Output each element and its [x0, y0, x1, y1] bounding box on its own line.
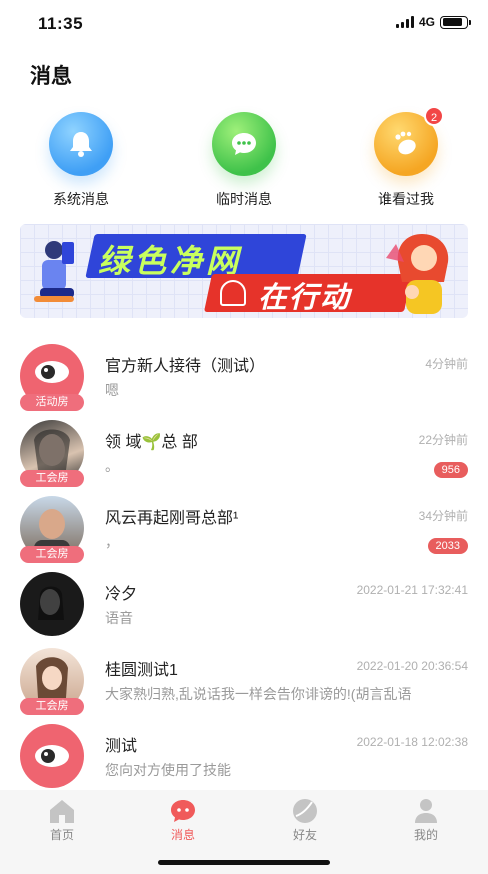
- battery-icon: [440, 15, 471, 29]
- who-viewed-me-label: 谁看过我: [378, 191, 434, 207]
- conversation-time: 2022-01-20 20:36:54: [356, 659, 468, 673]
- conversation-time: 2022-01-18 12:02:38: [356, 735, 468, 749]
- unread-count-badge: 956: [433, 462, 468, 478]
- page-title: 消息: [30, 65, 72, 88]
- tab-home-label: 首页: [49, 828, 74, 842]
- conversation-row[interactable]: 工会房 领 域🌱总 部 。 22分钟前 956: [0, 412, 488, 488]
- status-time: 11:35: [38, 14, 84, 33]
- who-viewed-me-button[interactable]: 2 谁看过我: [351, 106, 461, 209]
- banner-subheadline: 在行动: [258, 282, 352, 314]
- tab-messages-label: 消息: [170, 828, 195, 842]
- conversation-preview: 语音: [105, 610, 133, 626]
- tab-home[interactable]: 首页: [22, 798, 102, 843]
- conversation-time: 34分钟前: [418, 509, 468, 523]
- who-viewed-me-badge: 2: [424, 106, 444, 126]
- conversation-name: 官方新人接待（测试）: [105, 358, 266, 375]
- temporary-messages-button[interactable]: 临时消息: [189, 112, 299, 209]
- tab-profile[interactable]: 我的: [386, 798, 466, 843]
- banner-phone-person-illustration: [34, 241, 74, 302]
- friends-icon: [291, 798, 319, 824]
- avatar: [20, 572, 84, 636]
- conversation-preview: 。: [105, 458, 119, 474]
- avatar: [20, 724, 84, 788]
- conversation-row[interactable]: 活动房 官方新人接待（测试） 嗯 4分钟前: [0, 336, 488, 412]
- banner-girl-illustration: [386, 234, 449, 314]
- unread-count-badge: 2033: [427, 538, 468, 554]
- system-messages-button[interactable]: 系统消息: [26, 112, 136, 209]
- room-tag: 工会房: [20, 698, 84, 715]
- tab-profile-label: 我的: [413, 828, 438, 842]
- conversation-time: 2022-01-21 17:32:41: [356, 583, 468, 597]
- bell-icon: [49, 112, 113, 176]
- room-tag: 工会房: [20, 546, 84, 563]
- siren-icon: [220, 280, 246, 306]
- conversation-row[interactable]: 测试 您向对方使用了技能 2022-01-18 12:02:38: [0, 716, 488, 792]
- conversation-name: 测试: [105, 738, 138, 755]
- conversation-row[interactable]: 工会房 桂圆测试1 大家熟归熟,乱说话我一样会告你诽谤的!(胡言乱语 2022-…: [0, 640, 488, 716]
- profile-icon: [412, 798, 440, 824]
- conversation-name: 风云再起刚哥总部¹: [105, 510, 239, 527]
- battery-level: [442, 18, 463, 26]
- signal-icon: [395, 16, 414, 28]
- tab-friends[interactable]: 好友: [265, 798, 345, 843]
- conversation-name: 桂圆测试1: [105, 662, 178, 679]
- footprint-icon: 2: [374, 106, 444, 176]
- tab-messages[interactable]: 消息: [143, 798, 223, 843]
- tab-friends-label: 好友: [292, 828, 317, 842]
- room-tag: 工会房: [20, 470, 84, 487]
- room-tag: 活动房: [20, 394, 84, 411]
- temporary-messages-label: 临时消息: [216, 191, 272, 207]
- message-icon: [169, 798, 197, 824]
- conversation-preview: 嗯: [105, 382, 119, 398]
- status-bar: 11:35 4G: [0, 0, 488, 46]
- conversation-name: 领 域🌱总 部: [105, 434, 198, 451]
- conversation-name: 冷夕: [105, 586, 138, 603]
- conversation-preview: 您向对方使用了技能: [105, 762, 231, 778]
- conversation-time: 22分钟前: [418, 433, 468, 447]
- conversation-time: 4分钟前: [425, 357, 468, 371]
- promo-banner[interactable]: 绿色净网 在行动: [20, 224, 468, 318]
- conversation-row[interactable]: 工会房 风云再起刚哥总部¹ ， 34分钟前 2033: [0, 488, 488, 564]
- system-messages-label: 系统消息: [53, 191, 109, 207]
- conversation-preview: 大家熟归熟,乱说话我一样会告你诽谤的!(胡言乱语: [105, 686, 412, 702]
- home-icon: [48, 798, 76, 824]
- home-indicator: [158, 860, 330, 865]
- network-label: 4G: [418, 15, 435, 29]
- app-eye-logo-icon: [35, 745, 69, 767]
- conversation-row[interactable]: 冷夕 语音 2022-01-21 17:32:41: [0, 564, 488, 640]
- chat-bubble-icon: [212, 112, 276, 176]
- status-indicators: 4G: [395, 15, 471, 29]
- conversation-preview: ，: [105, 534, 119, 550]
